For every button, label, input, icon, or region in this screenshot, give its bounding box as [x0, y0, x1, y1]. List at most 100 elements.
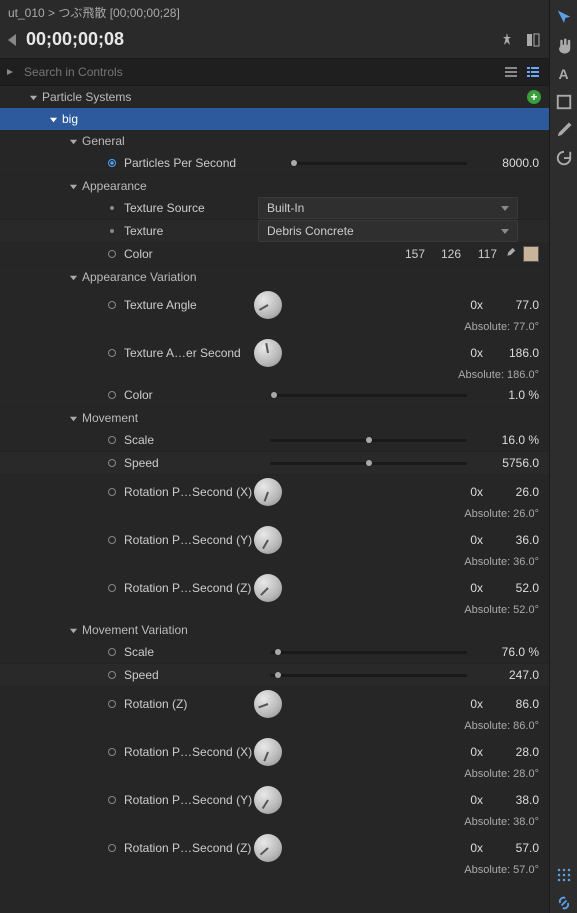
slider[interactable]	[270, 394, 467, 397]
slider[interactable]	[270, 462, 467, 465]
prop-value[interactable]: 28.0	[483, 745, 539, 759]
hand-tool-icon[interactable]	[554, 36, 574, 56]
keyframe-icon[interactable]	[108, 488, 116, 496]
prop-rotation-per-second-x[interactable]: Rotation P…Second (X) 0x 26.0 Absolute: …	[0, 475, 549, 523]
prop-value[interactable]: 16.0 %	[483, 433, 539, 447]
keyframe-icon[interactable]	[108, 796, 116, 804]
section-general[interactable]: General	[0, 130, 549, 152]
section-movement-variation[interactable]: Movement Variation	[0, 619, 549, 641]
section-appearance-variation[interactable]: Appearance Variation	[0, 266, 549, 288]
prop-scale[interactable]: Scale 16.0 %	[0, 429, 549, 452]
mult-value[interactable]: 0x	[443, 346, 483, 360]
eyedropper-icon[interactable]	[503, 247, 517, 261]
prop-value[interactable]: 57.0	[483, 841, 539, 855]
color-r[interactable]: 157	[389, 247, 425, 261]
keyframe-icon[interactable]	[108, 844, 116, 852]
keyframe-icon[interactable]	[108, 250, 116, 258]
prop-rotation-per-second-x-var[interactable]: Rotation P…Second (X) 0x 28.0 Absolute: …	[0, 735, 549, 783]
prop-texture[interactable]: Texture Debris Concrete	[0, 220, 549, 243]
root-section[interactable]: Particle Systems +	[0, 86, 549, 108]
keyframe-icon[interactable]	[108, 648, 116, 656]
prop-rotation-z[interactable]: Rotation (Z) 0x 86.0 Absolute: 86.0°	[0, 687, 549, 735]
prop-color[interactable]: Color 157 126 117	[0, 243, 549, 266]
add-system-button[interactable]: +	[527, 90, 541, 104]
prop-value[interactable]: 86.0	[483, 697, 539, 711]
search-input[interactable]	[20, 59, 503, 85]
prop-rotation-per-second-y[interactable]: Rotation P…Second (Y) 0x 36.0 Absolute: …	[0, 523, 549, 571]
prop-value[interactable]: 1.0 %	[483, 388, 539, 402]
keyframe-icon[interactable]	[108, 748, 116, 756]
prop-particles-per-second[interactable]: Particles Per Second 8000.0	[0, 152, 549, 175]
mult-value[interactable]: 0x	[443, 745, 483, 759]
rotate-tool-icon[interactable]	[554, 148, 574, 168]
prop-value[interactable]: 77.0	[483, 298, 539, 312]
slider[interactable]	[270, 651, 467, 654]
prop-scale-var[interactable]: Scale 76.0 %	[0, 641, 549, 664]
pin-icon[interactable]	[499, 32, 515, 48]
prop-texture-angle-per-second[interactable]: Texture A…er Second 0x 186.0 Absolute: 1…	[0, 336, 549, 384]
prev-keyframe-icon[interactable]	[8, 34, 16, 46]
mult-value[interactable]: 0x	[443, 581, 483, 595]
prop-texture-angle[interactable]: Texture Angle 0x 77.0 Absolute: 77.0°	[0, 288, 549, 336]
rotation-knob[interactable]	[254, 291, 282, 319]
prop-value[interactable]: 76.0 %	[483, 645, 539, 659]
keyframe-icon[interactable]	[108, 159, 116, 167]
rotation-knob[interactable]	[254, 786, 282, 814]
keyframe-icon[interactable]	[108, 536, 116, 544]
keyframe-icon[interactable]	[108, 301, 116, 309]
rotation-knob[interactable]	[254, 478, 282, 506]
prop-speed-var[interactable]: Speed 247.0	[0, 664, 549, 687]
keyframe-icon[interactable]	[108, 584, 116, 592]
mult-value[interactable]: 0x	[443, 793, 483, 807]
prop-rotation-per-second-z[interactable]: Rotation P…Second (Z) 0x 52.0 Absolute: …	[0, 571, 549, 619]
search-expand-icon[interactable]	[0, 68, 20, 76]
rotation-knob[interactable]	[254, 834, 282, 862]
panel-toggle-icon[interactable]	[525, 32, 541, 48]
breadcrumb[interactable]: ut_010 > つぶ飛散 [00;00;00;28]	[0, 0, 549, 25]
prop-value[interactable]: 186.0	[483, 346, 539, 360]
color-g[interactable]: 126	[425, 247, 461, 261]
color-swatch[interactable]	[523, 246, 539, 262]
mult-value[interactable]: 0x	[443, 485, 483, 499]
texture-source-dropdown[interactable]: Built-In	[258, 197, 518, 219]
rotation-knob[interactable]	[254, 526, 282, 554]
color-b[interactable]: 117	[461, 247, 497, 261]
rotation-knob[interactable]	[254, 738, 282, 766]
prop-texture-source[interactable]: Texture Source Built-In	[0, 197, 549, 220]
prop-value[interactable]: 8000.0	[483, 156, 539, 170]
prop-value[interactable]: 26.0	[483, 485, 539, 499]
section-movement[interactable]: Movement	[0, 407, 549, 429]
prop-color-variation[interactable]: Color 1.0 %	[0, 384, 549, 407]
particle-system-item[interactable]: big	[0, 108, 549, 130]
keyframe-icon[interactable]	[108, 349, 116, 357]
keyframe-icon[interactable]	[108, 391, 116, 399]
mult-value[interactable]: 0x	[443, 298, 483, 312]
view-list-icon[interactable]	[503, 64, 519, 80]
mult-value[interactable]: 0x	[443, 533, 483, 547]
texture-dropdown[interactable]: Debris Concrete	[258, 220, 518, 242]
prop-value[interactable]: 5756.0	[483, 456, 539, 470]
text-tool-icon[interactable]: A	[554, 64, 574, 84]
keyframe-icon[interactable]	[108, 459, 116, 467]
keyframe-icon[interactable]	[108, 436, 116, 444]
rotation-knob[interactable]	[254, 339, 282, 367]
keyframe-icon[interactable]	[108, 671, 116, 679]
mult-value[interactable]: 0x	[443, 697, 483, 711]
prop-value[interactable]: 52.0	[483, 581, 539, 595]
arrow-tool-icon[interactable]	[554, 8, 574, 28]
prop-value[interactable]: 38.0	[483, 793, 539, 807]
mult-value[interactable]: 0x	[443, 841, 483, 855]
prop-value[interactable]: 247.0	[483, 668, 539, 682]
prop-rotation-per-second-z-var[interactable]: Rotation P…Second (Z) 0x 57.0 Absolute: …	[0, 831, 549, 879]
slider[interactable]	[270, 439, 467, 442]
rotation-knob[interactable]	[254, 690, 282, 718]
shape-tool-icon[interactable]	[554, 92, 574, 112]
slider[interactable]	[290, 162, 467, 165]
section-appearance[interactable]: Appearance	[0, 175, 549, 197]
link-icon[interactable]	[554, 893, 574, 913]
view-detail-icon[interactable]	[525, 64, 541, 80]
prop-speed[interactable]: Speed 5756.0	[0, 452, 549, 475]
timecode-display[interactable]: 00;00;00;08	[26, 29, 124, 50]
pen-tool-icon[interactable]	[554, 120, 574, 140]
rotation-knob[interactable]	[254, 574, 282, 602]
